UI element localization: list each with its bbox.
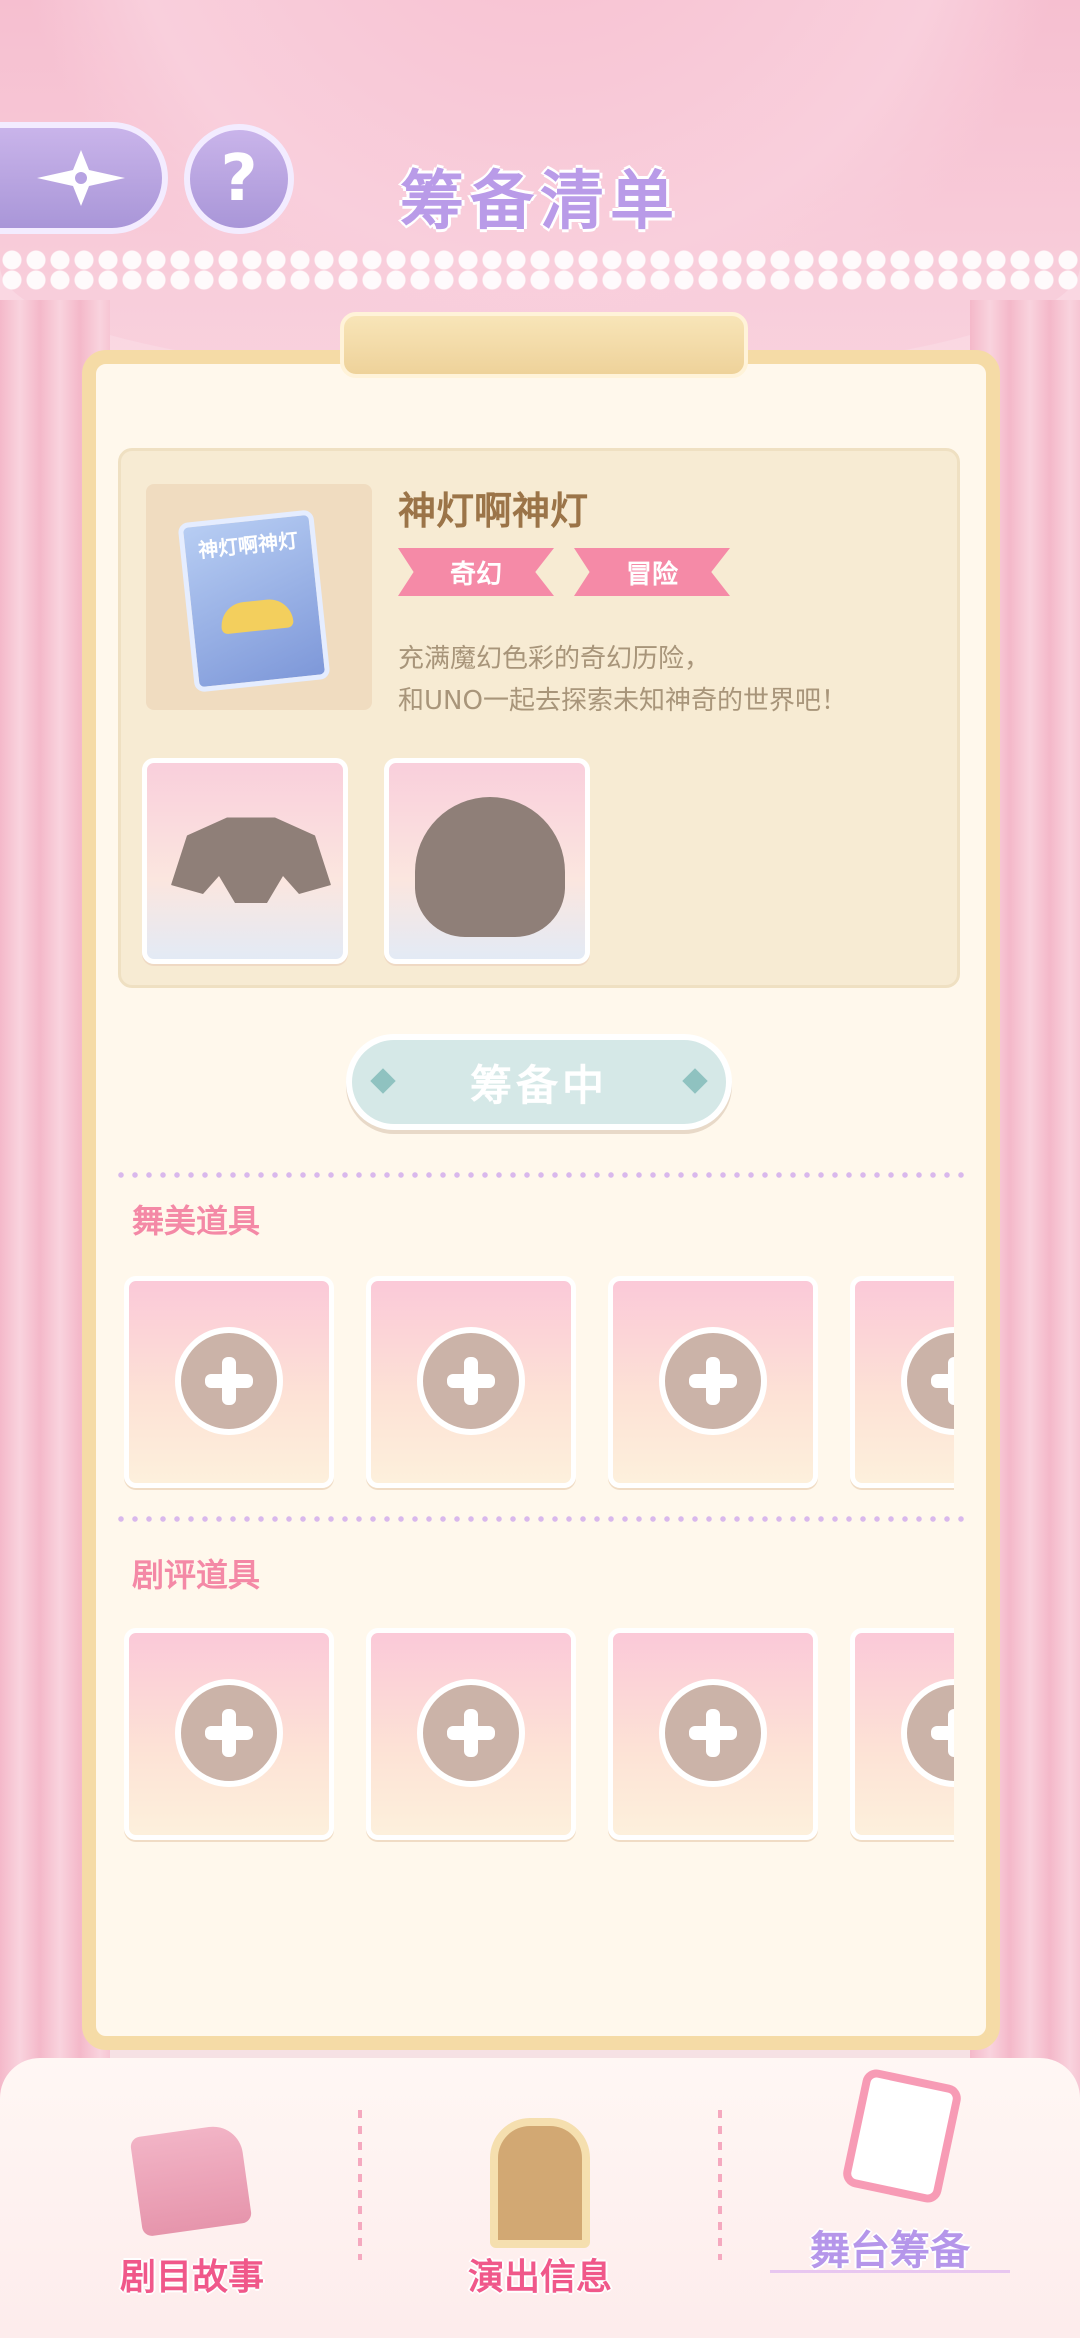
add-stage-prop-slot[interactable] <box>124 1276 334 1488</box>
magic-lamp-icon <box>219 597 294 635</box>
compass-star-icon <box>37 150 125 206</box>
story-title: 神灯啊神灯 <box>398 489 589 533</box>
section-divider <box>114 1172 966 1178</box>
add-review-prop-slot[interactable] <box>124 1628 334 1840</box>
notice-board-icon <box>490 2118 590 2248</box>
review-props-row <box>118 1628 954 1848</box>
add-icon <box>901 1327 954 1435</box>
add-stage-prop-slot[interactable] <box>850 1276 954 1488</box>
outfit-silhouette-icon <box>171 817 331 903</box>
tag-adventure: 冒险 <box>574 548 730 596</box>
section-title-stage-props: 舞美道具 <box>132 1202 261 1240</box>
nav-tab-story[interactable]: 剧目故事 <box>42 2100 342 2320</box>
help-button[interactable]: ? <box>184 124 294 234</box>
nav-label-story: 剧目故事 <box>119 2257 264 2298</box>
diamond-icon-left <box>370 1068 396 1094</box>
book-cover-title: 神灯啊神灯 <box>197 528 300 563</box>
add-icon <box>417 1679 525 1787</box>
costume-slot-outfit[interactable] <box>142 758 348 964</box>
add-icon <box>659 1327 767 1435</box>
page-title: 筹备清单 <box>400 165 680 239</box>
description-line-2: 和UNO一起去探索未知神奇的世界吧！ <box>398 686 847 716</box>
nav-tab-stage-prep[interactable]: 舞台筹备 <box>740 2066 1040 2320</box>
section-title-review-props: 剧评道具 <box>132 1556 261 1594</box>
help-icon: ? <box>220 142 258 216</box>
description-line-1: 充满魔幻色彩的奇幻历险， <box>398 644 711 674</box>
add-stage-prop-slot[interactable] <box>608 1276 818 1488</box>
add-review-prop-slot[interactable] <box>366 1628 576 1840</box>
panel-tab-ornament <box>340 312 748 378</box>
nav-divider <box>718 2110 722 2260</box>
curtain-lace <box>0 250 1080 290</box>
add-icon <box>175 1327 283 1435</box>
back-button[interactable] <box>0 122 168 234</box>
status-label: 筹备中 <box>469 1060 608 1110</box>
story-description: 充满魔幻色彩的奇幻历险， 和UNO一起去探索未知神奇的世界吧！ <box>398 638 938 722</box>
costume-slot-hat[interactable] <box>384 758 590 964</box>
nav-label-stage-prep: 舞台筹备 <box>810 2228 970 2274</box>
section-divider <box>114 1516 966 1522</box>
hat-silhouette-icon <box>415 797 565 937</box>
storybook-icon <box>129 2122 253 2238</box>
stage-props-row <box>118 1276 954 1496</box>
status-button[interactable]: 筹备中 <box>346 1034 732 1130</box>
nav-divider <box>358 2110 362 2260</box>
add-review-prop-slot[interactable] <box>608 1628 818 1840</box>
add-review-prop-slot[interactable] <box>850 1628 954 1840</box>
storybook-image: 神灯啊神灯 <box>177 509 331 693</box>
tag-fantasy: 奇幻 <box>398 548 554 596</box>
add-icon <box>659 1679 767 1787</box>
add-icon <box>901 1679 954 1787</box>
nav-label-performance-info: 演出信息 <box>467 2257 612 2298</box>
add-icon <box>417 1327 525 1435</box>
diamond-icon-right <box>682 1068 708 1094</box>
active-tab-indicator <box>770 2270 1010 2273</box>
add-icon <box>175 1679 283 1787</box>
nav-tab-performance-info[interactable]: 演出信息 <box>390 2100 690 2320</box>
add-stage-prop-slot[interactable] <box>366 1276 576 1488</box>
